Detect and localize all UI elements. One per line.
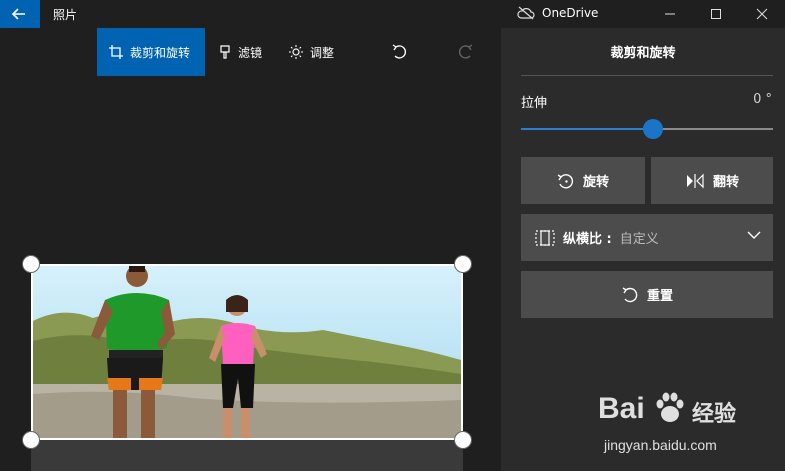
maximize-button[interactable] — [693, 0, 739, 28]
rotate-button[interactable]: 旋转 — [521, 157, 645, 204]
tab-filter[interactable]: 滤镜 — [207, 28, 274, 76]
crop-handle-bottom-right[interactable] — [454, 431, 472, 449]
redo-icon — [458, 44, 473, 59]
onedrive-label[interactable]: OneDrive — [542, 6, 598, 20]
crop-icon — [109, 45, 123, 59]
watermark-url: jingyan.baidu.com — [604, 437, 717, 453]
rotate-icon — [557, 173, 574, 188]
undo-icon — [392, 44, 407, 59]
flip-button[interactable]: 翻转 — [651, 157, 773, 204]
redo-button[interactable] — [452, 28, 480, 76]
minimize-button[interactable] — [647, 0, 693, 28]
watermark-brand: Bai — [598, 392, 645, 425]
reset-icon — [622, 286, 638, 302]
panel-title: 裁剪和旋转 — [610, 46, 676, 61]
minimize-icon — [665, 13, 675, 15]
stretch-label: 拉伸 — [521, 96, 548, 111]
aspect-ratio-icon — [535, 229, 555, 246]
aspect-ratio-label: 纵横比 : — [563, 232, 612, 247]
panel-divider — [521, 75, 773, 76]
close-button[interactable] — [739, 0, 785, 28]
stretch-slider-thumb[interactable] — [643, 119, 663, 139]
reset-label: 重置 — [646, 289, 673, 304]
undo-button[interactable] — [385, 28, 413, 76]
tab-filter-label: 滤镜 — [238, 45, 263, 60]
brightness-icon — [289, 45, 303, 59]
photo-cropped-area — [31, 440, 463, 471]
tab-adjust[interactable]: 调整 — [277, 28, 346, 76]
watermark-suffix: 经验 — [692, 402, 737, 427]
tab-crop-rotate-label: 裁剪和旋转 — [130, 45, 191, 60]
crop-handle-bottom-left[interactable] — [22, 431, 40, 449]
close-icon — [756, 8, 768, 20]
rotate-label: 旋转 — [582, 175, 609, 190]
aspect-ratio-dropdown[interactable]: 纵横比 : 自定义 — [521, 214, 773, 261]
crop-handle-top-right[interactable] — [454, 255, 472, 273]
aspect-ratio-value: 自定义 — [619, 232, 659, 247]
app-title: 照片 — [53, 8, 78, 22]
tab-adjust-label: 调整 — [310, 45, 335, 60]
flip-icon — [686, 173, 704, 188]
joggers-photo — [33, 266, 461, 438]
back-button[interactable] — [0, 0, 40, 28]
filter-icon — [220, 45, 230, 59]
back-arrow-icon — [11, 8, 25, 20]
reset-button[interactable]: 重置 — [521, 271, 773, 318]
title-bar: 照片 OneDrive — [0, 0, 785, 28]
paw-logo-icon — [656, 392, 684, 422]
crop-handle-top-left[interactable] — [22, 255, 40, 273]
cloud-off-icon — [517, 6, 535, 20]
maximize-icon — [711, 9, 721, 19]
tab-crop-rotate[interactable]: 裁剪和旋转 — [97, 28, 205, 76]
flip-label: 翻转 — [712, 175, 739, 190]
stretch-value: 0 ° — [753, 92, 772, 107]
stretch-slider-fill — [521, 128, 647, 130]
photo-image[interactable] — [31, 264, 463, 440]
chevron-down-icon — [747, 231, 761, 239]
